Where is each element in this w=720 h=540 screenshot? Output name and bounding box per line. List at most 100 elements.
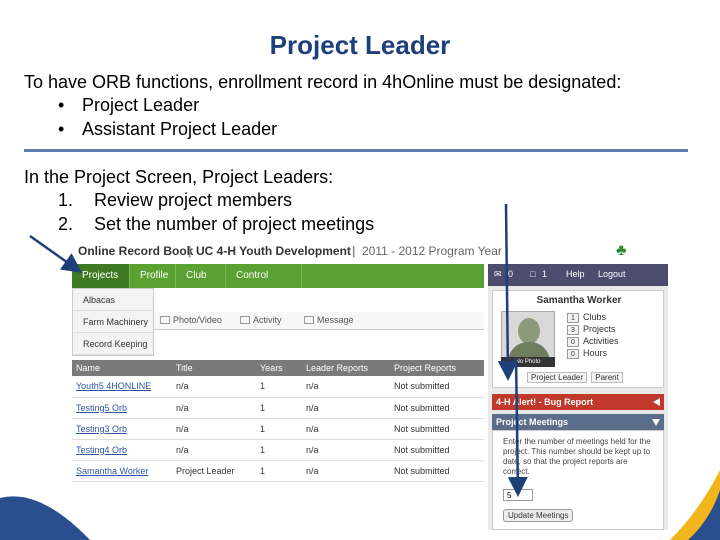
step-item: 2. Set the number of project meetings <box>58 212 374 236</box>
table-row: Samantha Worker Project Leader 1 n/a Not… <box>72 460 484 482</box>
count-row[interactable]: 3 Projects <box>567 323 619 335</box>
update-meetings-button[interactable]: Update Meetings <box>503 509 574 522</box>
intro-text: To have ORB functions, enrollment record… <box>24 72 622 92</box>
designation-item: Assistant Project Leader <box>58 117 277 141</box>
nav-tab-control-panel[interactable]: Control Panel <box>226 264 302 305</box>
message-icon <box>304 316 314 324</box>
subtab-activity[interactable]: Activity <box>240 315 282 325</box>
user-name: Samantha Worker <box>536 295 622 306</box>
club-name: UC 4-H Youth Development <box>196 244 351 258</box>
role-parent[interactable]: Parent <box>591 372 623 383</box>
meetings-count-input[interactable]: 5 <box>503 489 533 501</box>
dropdown-item[interactable]: Albacas <box>73 289 153 311</box>
project-meetings-title: Project Meetings <box>496 417 569 427</box>
intro2-text: In the Project Screen, Project Leaders: <box>24 167 334 187</box>
table-cell: Project Leader <box>172 460 256 482</box>
steps-list: 1. Review project members 2. Set the numbe… <box>58 188 374 236</box>
subtab-photo-video[interactable]: Photo/Video <box>160 315 222 325</box>
mail-icon[interactable]: ✉ <box>494 269 502 280</box>
sub-tabs: Photo/Video Activity Message <box>154 312 484 330</box>
step-number: 2. <box>58 214 74 234</box>
user-card: Samantha Worker No Photo 1 Clubs 3 Project… <box>492 290 664 388</box>
nav-tab-profile[interactable]: Profile <box>130 264 176 288</box>
dropdown-item[interactable]: Record Keeping <box>73 333 153 355</box>
table-cell: n/a <box>172 376 256 398</box>
count-label: Projects <box>583 324 616 334</box>
app-name: Online Record Book <box>78 244 194 258</box>
photo-icon <box>160 316 170 324</box>
column-header[interactable]: Project Reports <box>390 360 484 376</box>
column-header[interactable]: Title <box>172 360 256 376</box>
table-cell: Not submitted <box>390 376 484 398</box>
column-header[interactable]: Name <box>72 360 172 376</box>
count-value: 3 <box>567 325 579 335</box>
table-row: Testing3 Orb n/a 1 n/a Not submitted <box>72 418 484 440</box>
table-cell: n/a <box>302 460 390 482</box>
table-cell: Not submitted <box>390 439 484 461</box>
alert-text: 4-H Alert! - Bug Report <box>496 397 594 407</box>
nav-tab-projects[interactable]: Projects <box>72 264 130 288</box>
column-header[interactable]: Years <box>256 360 302 376</box>
table-cell: n/a <box>302 397 390 419</box>
clover-logo-icon: ♣ <box>616 242 627 259</box>
count-label: Clubs <box>583 312 607 322</box>
count-value: 0 <box>567 337 579 347</box>
user-roles: Project Leader Parent <box>527 372 625 383</box>
mail-count: 0 <box>508 269 514 279</box>
top-utility-bar: ✉ 0 □ 1 Help Logout <box>488 264 668 286</box>
member-name-link[interactable]: Testing5 Orb <box>72 397 172 419</box>
header-separator: | <box>352 244 356 258</box>
count-value: 0 <box>567 349 579 359</box>
app-header: Online Record Book | UC 4-H Youth Develo… <box>72 240 668 262</box>
members-table: Name Title Years Leader Reports Project … <box>72 360 484 482</box>
count-value: 1 <box>567 313 579 323</box>
member-name-link[interactable]: Testing4 Orb <box>72 439 172 461</box>
count-row[interactable]: 0 Hours <box>567 347 619 359</box>
document-icon[interactable]: □ <box>530 269 535 279</box>
no-photo-label: No Photo <box>501 357 555 367</box>
count-label: Hours <box>583 348 608 358</box>
member-name-link[interactable]: Testing3 Orb <box>72 418 172 440</box>
table-cell: 1 <box>256 376 302 398</box>
table-cell: 1 <box>256 460 302 482</box>
avatar-head-icon <box>518 318 540 344</box>
table-cell: 1 <box>256 397 302 419</box>
table-row: Testing4 Orb n/a 1 n/a Not submitted <box>72 439 484 461</box>
table-cell: 1 <box>256 418 302 440</box>
project-meetings-header[interactable]: Project Meetings <box>492 414 664 430</box>
subtab-message[interactable]: Message <box>304 315 354 325</box>
count-label: Activities <box>583 336 619 346</box>
member-name-link[interactable]: Youth5 4HONLINE <box>72 376 172 398</box>
activity-icon <box>240 316 250 324</box>
user-counts: 1 Clubs 3 Projects 0 Activities 0 Hours <box>567 311 619 359</box>
table-cell: Not submitted <box>390 397 484 419</box>
nav-tab-club-info[interactable]: Club Info <box>176 264 226 305</box>
main-nav: Projects Profile Club Info Control Panel <box>72 264 484 305</box>
header-separator: | <box>188 244 192 258</box>
subtab-label: Message <box>317 315 354 325</box>
table-cell: 1 <box>256 439 302 461</box>
slide-title: Project Leader <box>269 30 451 60</box>
subtab-label: Activity <box>253 315 282 325</box>
expand-down-icon <box>652 419 660 426</box>
step-text: Set the number of project meetings <box>94 214 375 234</box>
table-cell: n/a <box>302 418 390 440</box>
decorative-swoosh-left <box>0 496 90 540</box>
table-row: Youth5 4HONLINE n/a 1 n/a Not submitted <box>72 376 484 398</box>
meetings-instructions: Enter the number of meetings held for th… <box>503 437 651 476</box>
document-count: 1 <box>542 269 548 279</box>
count-row[interactable]: 1 Clubs <box>567 311 619 323</box>
table-cell: Not submitted <box>390 418 484 440</box>
divider-rule <box>24 149 688 152</box>
dropdown-item[interactable]: Farm Machinery <box>73 311 153 333</box>
help-link[interactable]: Help <box>566 269 585 279</box>
subtab-label: Photo/Video <box>173 315 222 325</box>
count-row[interactable]: 0 Activities <box>567 335 619 347</box>
right-panel: ✉ 0 □ 1 Help Logout Samantha Worker No P… <box>488 264 668 530</box>
role-project-leader[interactable]: Project Leader <box>527 372 588 383</box>
arrow-to-projects-tab <box>29 234 83 273</box>
column-header[interactable]: Leader Reports <box>302 360 390 376</box>
alert-bar[interactable]: 4-H Alert! - Bug Report <box>492 394 664 410</box>
member-name-link[interactable]: Samantha Worker <box>72 460 172 482</box>
logout-link[interactable]: Logout <box>598 269 626 279</box>
